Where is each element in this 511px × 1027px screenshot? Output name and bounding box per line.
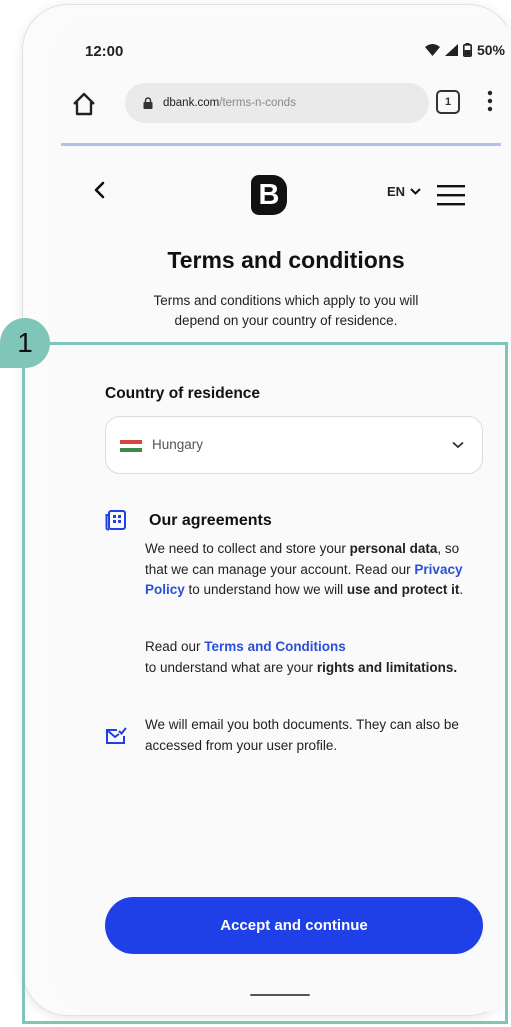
mail-check-icon (106, 727, 127, 744)
page-load-progress (61, 143, 501, 146)
text-run: Read our (145, 639, 205, 654)
wifi-icon (424, 44, 440, 56)
status-icons: 50% (424, 42, 505, 58)
lock-icon (143, 97, 153, 109)
text-run: . (459, 582, 464, 597)
url-path: /terms-n-conds (219, 97, 296, 109)
terms-paragraph: Read our Terms and Conditions to underst… (145, 637, 481, 678)
accept-and-continue-button[interactable]: Accept and continue (105, 897, 483, 954)
document-icon (105, 510, 126, 531)
page-subtitle: Terms and conditions which apply to you … (153, 293, 419, 328)
text-run: to understand what are your (145, 659, 317, 675)
home-indicator (250, 994, 310, 996)
status-time: 12:00 (85, 43, 124, 60)
text-run: to understand how we will (184, 582, 347, 597)
country-select[interactable]: Hungary (105, 416, 483, 474)
signal-icon (444, 44, 458, 56)
text-run-bold: personal data (349, 541, 438, 556)
agreements-heading: Our agreements (149, 512, 272, 529)
agreements-paragraph: We need to collect and store your person… (145, 539, 481, 601)
phone-screen: 12:00 50% dbank.com/terms-n-conds 1 B EN… (53, 17, 511, 1012)
tabs-icon[interactable]: 1 (436, 90, 460, 114)
page-title: Terms and conditions (167, 247, 405, 273)
country-select-value: Hungary (152, 437, 204, 452)
text-run-bold: rights and limitations. (316, 659, 458, 675)
language-label: EN (387, 184, 406, 199)
brand-logo[interactable]: B (251, 175, 287, 215)
browser-toolbar: dbank.com/terms-n-conds 1 (53, 79, 511, 131)
status-bar: 12:00 50% (53, 17, 511, 73)
hungary-flag-icon (120, 440, 142, 452)
hamburger-menu-icon[interactable] (437, 184, 465, 206)
language-selector[interactable]: EN (387, 184, 421, 199)
annotation-step-badge: 1 (0, 318, 50, 368)
terms-and-conditions-link[interactable]: Terms and Conditions (204, 639, 346, 654)
chevron-down-icon (410, 188, 421, 195)
address-bar[interactable]: dbank.com/terms-n-conds (125, 83, 429, 123)
home-icon[interactable] (69, 89, 99, 119)
phone-frame: 12:00 50% dbank.com/terms-n-conds 1 B EN… (22, 4, 511, 1016)
battery-level: 50% (476, 42, 505, 58)
email-note: We will email you both documents. They c… (145, 717, 459, 753)
site-header: B EN (53, 175, 511, 219)
text-run-bold: use and protect it (346, 582, 460, 597)
text-run: We need to collect and store your (145, 541, 350, 556)
more-vert-icon[interactable] (485, 89, 495, 113)
chevron-down-icon (452, 441, 464, 449)
country-label: Country of residence (105, 385, 261, 402)
back-arrow-icon[interactable] (93, 181, 107, 199)
url-host: dbank.com (163, 97, 220, 109)
battery-icon (462, 43, 472, 57)
